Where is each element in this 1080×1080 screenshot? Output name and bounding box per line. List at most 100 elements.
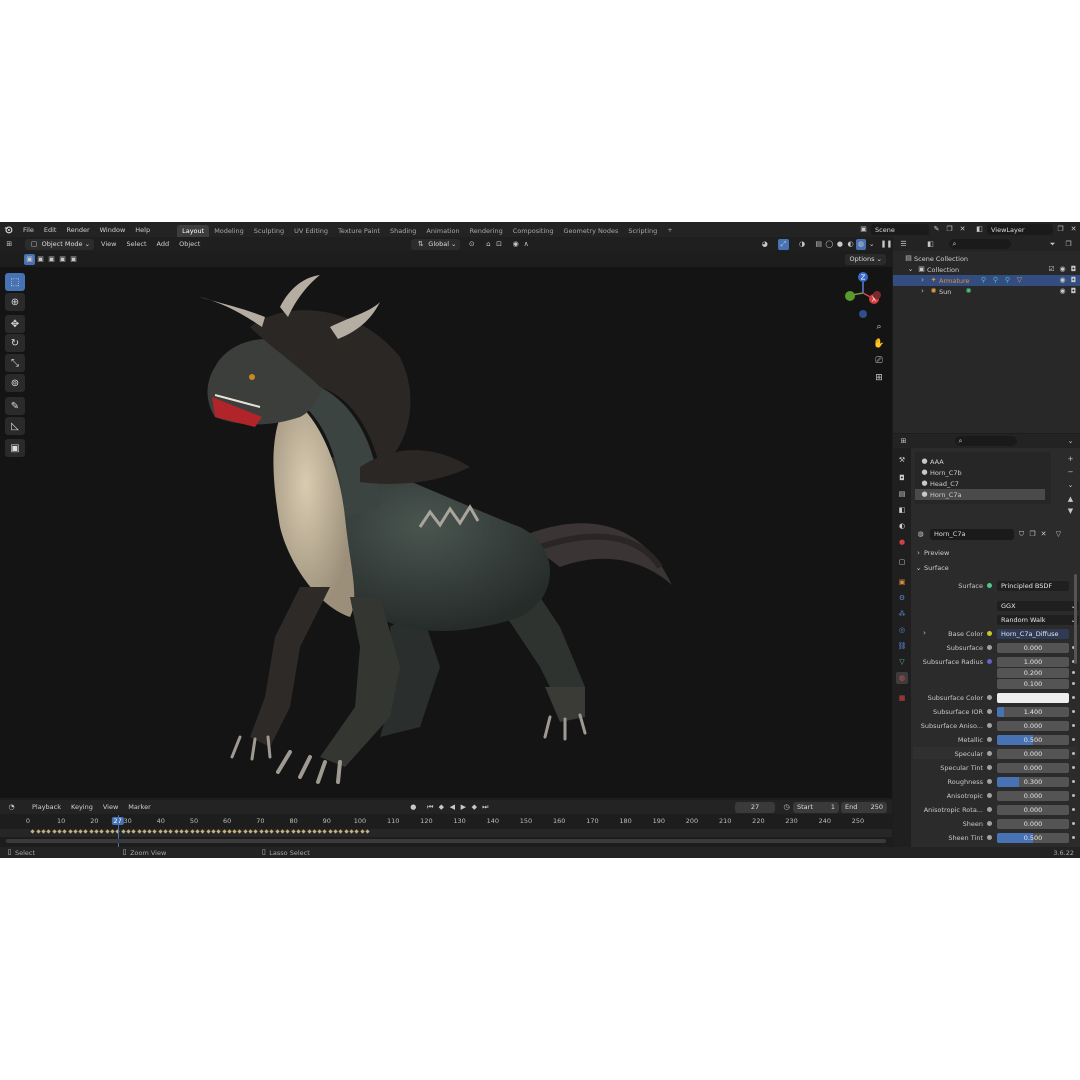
scene-icon[interactable]: ▣: [858, 224, 869, 235]
tab-animation[interactable]: Animation: [421, 225, 464, 237]
outliner-search-field[interactable]: ⌕: [949, 239, 1011, 249]
select-mode-invert-icon[interactable]: ▣: [57, 254, 68, 265]
checkbox-icon[interactable]: ☑: [1046, 264, 1057, 275]
filter-icon[interactable]: ⏷: [1047, 239, 1058, 250]
clock-icon[interactable]: ◷: [781, 802, 792, 813]
play-icon[interactable]: ▶: [458, 802, 469, 813]
material-name-field[interactable]: Horn_C7a: [930, 528, 1014, 540]
keyframe[interactable]: [83, 829, 89, 834]
property-field[interactable]: 0.000: [997, 642, 1069, 653]
keyframe-dot-icon[interactable]: [1072, 766, 1075, 769]
tab-compositing[interactable]: Compositing: [508, 225, 559, 237]
keyframe[interactable]: [62, 829, 67, 834]
keyframe[interactable]: [36, 829, 41, 834]
add-cube-tool[interactable]: ▣: [5, 439, 25, 457]
distribution-dropdown[interactable]: GGX⌄: [997, 600, 1079, 611]
keyframe[interactable]: [296, 829, 301, 834]
material-shading-icon[interactable]: ◐: [845, 239, 856, 250]
add-workspace-button[interactable]: +: [662, 224, 677, 236]
physics-tab-icon[interactable]: ◎: [896, 624, 908, 636]
keyframe[interactable]: [205, 829, 211, 834]
property-field[interactable]: 1.000: [997, 656, 1069, 667]
keyframe-dot-icon[interactable]: [1072, 671, 1075, 674]
add-slot-icon[interactable]: +: [1065, 454, 1076, 465]
keyframe[interactable]: [163, 829, 168, 834]
material-slot-item[interactable]: ● Horn_C7b: [915, 467, 1045, 478]
keyframe[interactable]: [232, 829, 237, 834]
menu-render[interactable]: Render: [61, 226, 94, 234]
keyframe[interactable]: [285, 829, 290, 834]
keyframe[interactable]: [269, 829, 274, 834]
gizmo-toggle-icon[interactable]: ⤢: [778, 238, 789, 250]
material-tab-icon[interactable]: ◍: [896, 672, 908, 684]
keyframe[interactable]: [152, 829, 158, 834]
view-layer-icon[interactable]: ◧: [974, 224, 985, 235]
select-mode-new-icon[interactable]: ▣: [24, 253, 35, 265]
timeline-menu-playback[interactable]: Playback: [27, 803, 66, 811]
navigation-gizmo[interactable]: Z X: [840, 269, 890, 319]
annotate-tool[interactable]: ✎: [5, 397, 25, 415]
surface-panel-header[interactable]: ⌄ Surface: [913, 562, 1077, 574]
view-layer-selector[interactable]: ViewLayer: [987, 224, 1053, 235]
keyframe[interactable]: [280, 829, 285, 834]
tab-shading[interactable]: Shading: [385, 225, 421, 237]
modifier-tab-icon[interactable]: ⚙: [896, 592, 908, 604]
surface-shader-field[interactable]: Principled BSDF: [997, 580, 1069, 591]
frame-ruler[interactable]: 0 10 20 30 40 50 60 70 80 90 100 110 120 130 140 150 160…: [0, 817, 892, 827]
keyframe[interactable]: [94, 829, 99, 834]
keyframe[interactable]: [131, 829, 136, 834]
keyframe[interactable]: [78, 829, 83, 834]
keyframe[interactable]: [275, 829, 280, 834]
keyframe-dot-icon[interactable]: [1072, 682, 1075, 685]
render-tab-icon[interactable]: ◘: [896, 472, 908, 484]
keyframe[interactable]: [354, 829, 359, 834]
pause-render-icon[interactable]: ❚❚: [881, 239, 893, 250]
material-slot-item[interactable]: ● Horn_C7a: [915, 489, 1045, 500]
keyframe[interactable]: [57, 829, 62, 834]
rotate-tool[interactable]: ↻: [5, 334, 25, 352]
blender-logo-icon[interactable]: [3, 224, 14, 235]
keyframe[interactable]: [312, 829, 317, 834]
properties-editor-icon[interactable]: ⊞: [898, 436, 909, 447]
texture-tab-icon[interactable]: ▦: [896, 692, 908, 704]
node-link-icon[interactable]: ▽: [1053, 529, 1064, 540]
property-field[interactable]: 0.000: [997, 804, 1069, 815]
pin-icon[interactable]: ✎: [931, 224, 942, 235]
pin-icon[interactable]: ⌄: [1065, 436, 1076, 447]
viewport-menu-add[interactable]: Add: [152, 240, 175, 248]
measure-tool[interactable]: ◺: [5, 417, 25, 435]
timeline-menu-keying[interactable]: Keying: [66, 803, 98, 811]
keyframe[interactable]: [179, 829, 184, 834]
next-keyframe-icon[interactable]: ◆: [469, 802, 480, 813]
keyframe[interactable]: [360, 829, 365, 834]
camera-view-icon[interactable]: ⎚: [872, 354, 886, 368]
pivot-icon[interactable]: ⊙: [466, 239, 477, 250]
properties-scrollbar[interactable]: [1074, 574, 1077, 664]
keyframe[interactable]: [158, 829, 163, 834]
view-layer-tab-icon[interactable]: ◧: [896, 504, 908, 516]
keyframe[interactable]: [41, 829, 46, 834]
prev-keyframe-icon[interactable]: ◆: [436, 802, 447, 813]
keyframe[interactable]: [73, 829, 78, 834]
keyframe[interactable]: [344, 829, 349, 834]
options-button[interactable]: Options ⌄: [845, 253, 886, 265]
transform-tool[interactable]: ⊚: [5, 374, 25, 392]
world-tab-icon[interactable]: ●: [896, 536, 908, 548]
snap-target-icon[interactable]: ⊡: [494, 239, 505, 250]
property-field[interactable]: 0.000: [997, 762, 1069, 773]
keyframe[interactable]: [365, 829, 370, 834]
move-down-icon[interactable]: ▼: [1065, 506, 1076, 517]
keyframe-dot-icon[interactable]: [1072, 724, 1075, 727]
keyframe[interactable]: [349, 829, 354, 834]
keyframe-dot-icon[interactable]: [1072, 696, 1075, 699]
camera-icon[interactable]: ◘: [1068, 286, 1079, 297]
keyframe[interactable]: [248, 829, 253, 834]
tab-layout[interactable]: Layout: [177, 225, 210, 237]
outliner-item-armature[interactable]: › ✦ Armature ⚲ ⚲ ⚲ ▽ ◉ ◘: [893, 275, 1080, 286]
shading-options-icon[interactable]: ⌄: [866, 239, 877, 250]
keyframe[interactable]: [147, 829, 152, 834]
keyframe[interactable]: [126, 829, 131, 834]
end-frame-field[interactable]: End 250: [841, 801, 887, 813]
property-field[interactable]: 0.500: [997, 832, 1069, 843]
3d-viewport[interactable]: ⬚ ⊕ ✥ ↻ ⤡ ⊚ ✎ ◺ ▣ Z X ⌕ ✋ ⎚ ⊞: [0, 267, 892, 798]
